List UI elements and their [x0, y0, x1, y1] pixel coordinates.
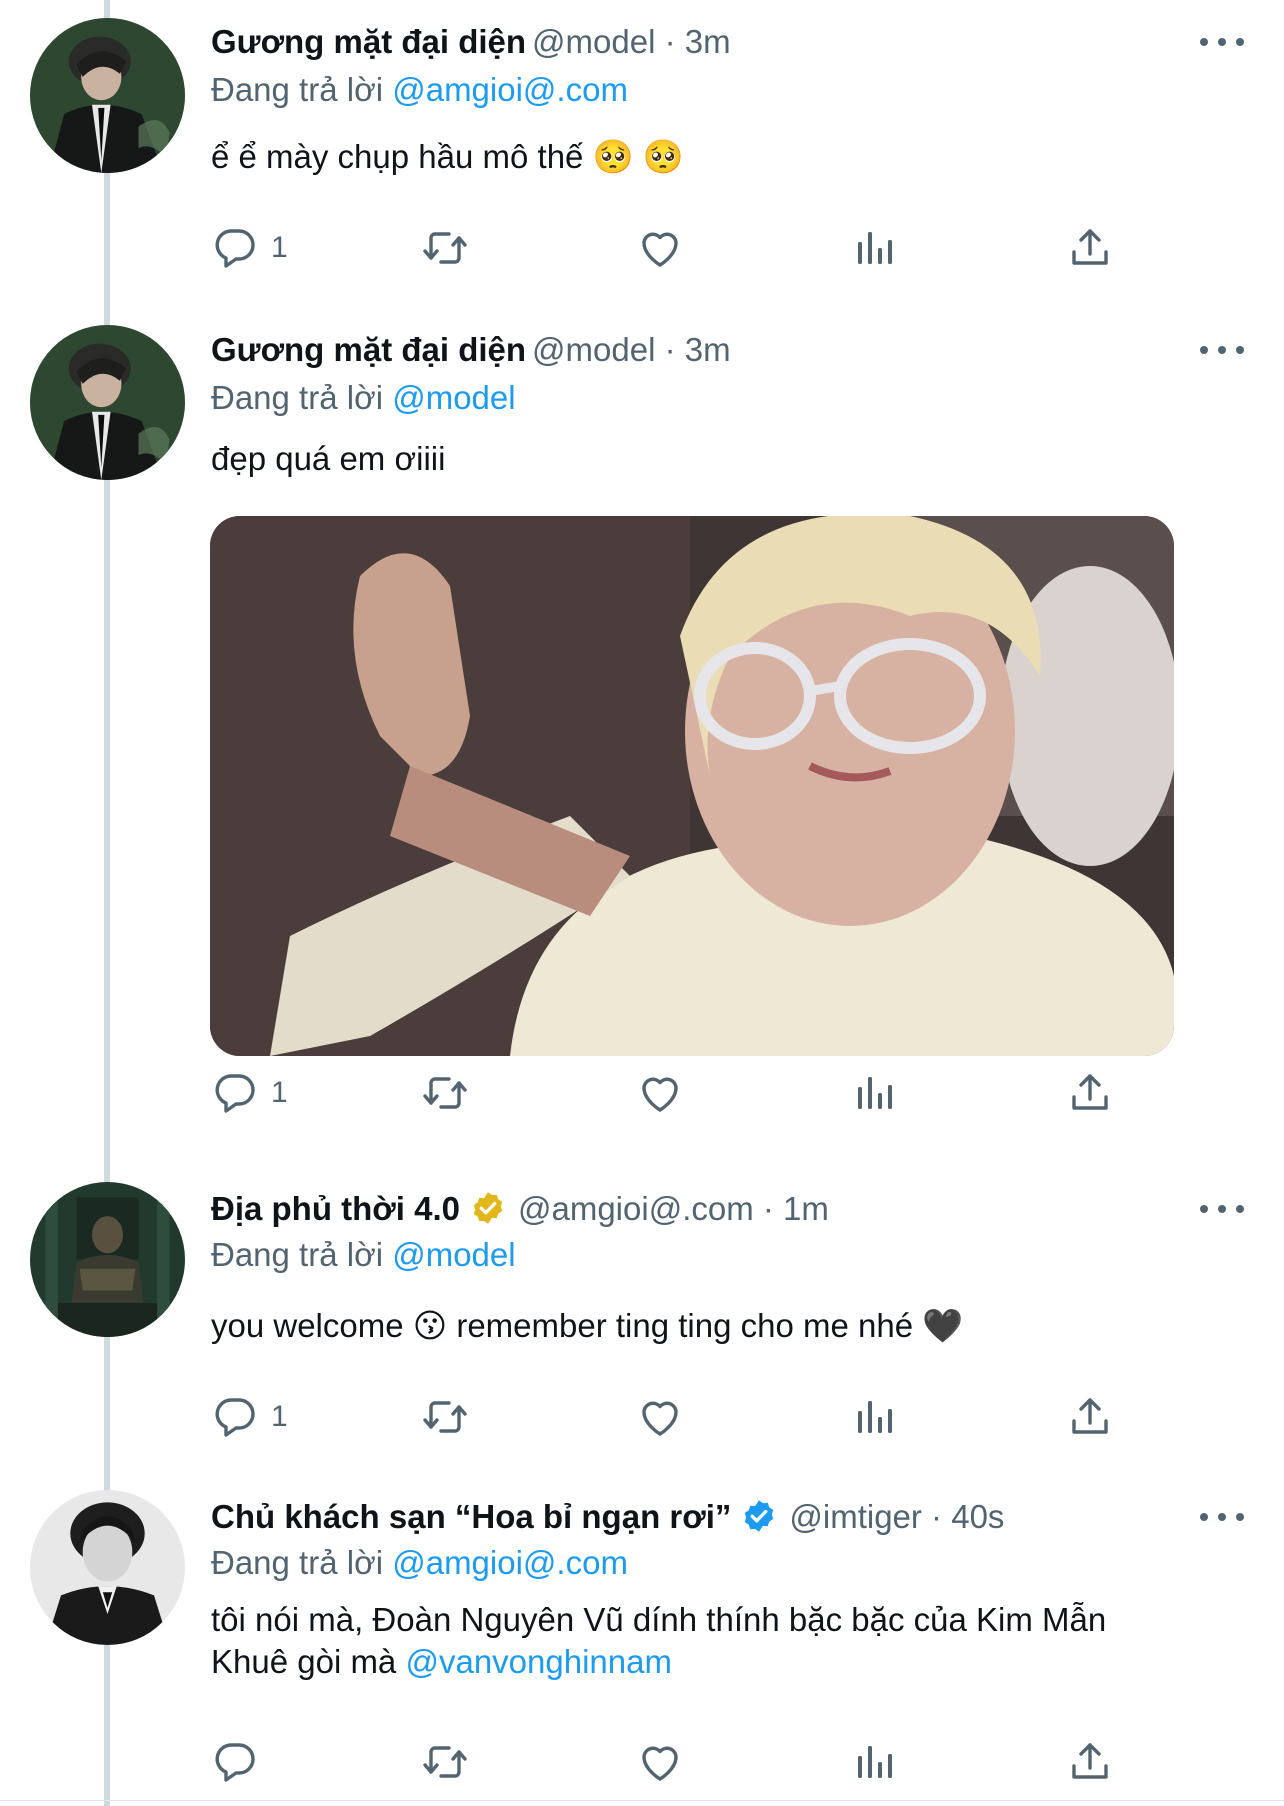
views-button[interactable] — [851, 1387, 899, 1447]
tweet-text: tôi nói mà, Đoàn Nguyên Vũ dính thính bặ… — [211, 1599, 1211, 1683]
reply-button[interactable] — [211, 1732, 271, 1792]
reply-context: Đang trả lời @amgioi@.com — [211, 68, 628, 112]
reply-context: Đang trả lời @model — [211, 376, 516, 420]
tweet[interactable]: Địa phủ thời 4.0 @amgioi@.com · 1m Đang t… — [0, 1155, 1284, 1455]
tweet-text: đẹp quá em ơiiii — [211, 440, 446, 477]
display-name[interactable]: Gương mặt đại diện — [211, 331, 526, 368]
views-icon — [851, 224, 899, 272]
reply-button[interactable]: 1 — [211, 1387, 288, 1447]
handle-time[interactable]: @amgioi@.com · 1m — [518, 1190, 829, 1227]
handle-time[interactable]: @model · 3m — [532, 23, 731, 60]
tweet-text-line: Khuê gòi mà — [211, 1643, 397, 1680]
reply-count: 1 — [271, 231, 288, 264]
verified-gold-badge-icon — [470, 1190, 506, 1226]
tweet[interactable]: Gương mặt đại diện @model · 3m Đang trả l… — [0, 0, 1284, 300]
views-button[interactable] — [851, 1732, 899, 1792]
reply-count: 1 — [271, 1400, 288, 1433]
retweet-icon — [421, 1069, 469, 1117]
retweet-button[interactable] — [421, 1732, 469, 1792]
views-button[interactable] — [851, 218, 899, 278]
views-icon — [851, 1393, 899, 1441]
views-icon — [851, 1738, 899, 1786]
views-button[interactable] — [851, 1063, 899, 1123]
tweet-text: ể ể mày chụp hầu mô thế 🥺 🥺 — [211, 138, 684, 175]
more-icon[interactable] — [1200, 32, 1246, 52]
divider — [0, 1800, 1284, 1801]
reply-icon — [211, 1069, 259, 1117]
retweet-icon — [421, 1393, 469, 1441]
reply-icon — [211, 1393, 259, 1441]
tweet-actions: 1 — [211, 1387, 1141, 1447]
share-button[interactable] — [1066, 1387, 1114, 1447]
tweet-actions: 1 — [211, 218, 1141, 278]
more-icon[interactable] — [1200, 340, 1246, 360]
tweet-header: Địa phủ thời 4.0 @amgioi@.com · 1m — [211, 1187, 829, 1231]
like-icon — [636, 1393, 684, 1441]
verified-blue-badge-icon — [741, 1498, 777, 1534]
share-button[interactable] — [1066, 1732, 1114, 1792]
share-icon — [1066, 224, 1114, 272]
retweet-button[interactable] — [421, 1387, 469, 1447]
reply-mention-link[interactable]: @amgioi@.com — [392, 1544, 628, 1581]
like-button[interactable] — [636, 1063, 684, 1123]
tweet-header: Chủ khách sạn “Hoa bỉ ngạn rơi” @imtiger … — [211, 1495, 1004, 1539]
like-button[interactable] — [636, 218, 684, 278]
retweet-button[interactable] — [421, 218, 469, 278]
tweet-actions — [211, 1732, 1141, 1792]
more-icon[interactable] — [1200, 1199, 1246, 1219]
reply-count: 1 — [271, 1076, 288, 1109]
views-icon — [851, 1069, 899, 1117]
reply-icon — [211, 224, 259, 272]
tweet-header: Gương mặt đại diện @model · 3m — [211, 328, 731, 372]
handle-time[interactable]: @imtiger · 40s — [789, 1498, 1004, 1535]
like-button[interactable] — [636, 1732, 684, 1792]
avatar[interactable] — [30, 1182, 185, 1337]
like-icon — [636, 1069, 684, 1117]
more-icon[interactable] — [1200, 1507, 1246, 1527]
reply-mention-link[interactable]: @amgioi@.com — [392, 71, 628, 108]
share-icon — [1066, 1738, 1114, 1786]
tweet-header: Gương mặt đại diện @model · 3m — [211, 20, 731, 64]
text-mention-link[interactable]: @vanvonghinnam — [405, 1643, 672, 1680]
share-icon — [1066, 1393, 1114, 1441]
handle-time[interactable]: @model · 3m — [532, 331, 731, 368]
reply-prefix: Đang trả lời — [211, 1236, 384, 1273]
avatar[interactable] — [30, 1490, 185, 1645]
reply-button[interactable]: 1 — [211, 218, 288, 278]
tweet-text-line: tôi nói mà, Đoàn Nguyên Vũ dính thính bặ… — [211, 1601, 1107, 1638]
display-name[interactable]: Địa phủ thời 4.0 — [211, 1190, 460, 1227]
tweet-media-photo[interactable] — [210, 516, 1174, 1056]
reply-context: Đang trả lời @amgioi@.com — [211, 1541, 628, 1585]
reply-mention-link[interactable]: @model — [392, 379, 515, 416]
like-icon — [636, 224, 684, 272]
tweet[interactable]: Gương mặt đại diện @model · 3m Đang trả l… — [0, 300, 1284, 1155]
tweet-actions: 1 — [211, 1063, 1141, 1123]
reply-prefix: Đang trả lời — [211, 1544, 384, 1581]
display-name[interactable]: Gương mặt đại diện — [211, 23, 526, 60]
share-button[interactable] — [1066, 218, 1114, 278]
tweet[interactable]: Chủ khách sạn “Hoa bỉ ngạn rơi” @imtiger … — [0, 1455, 1284, 1800]
share-button[interactable] — [1066, 1063, 1114, 1123]
reply-prefix: Đang trả lời — [211, 379, 384, 416]
reply-button[interactable]: 1 — [211, 1063, 288, 1123]
avatar[interactable] — [30, 325, 185, 480]
avatar[interactable] — [30, 18, 185, 173]
display-name[interactable]: Chủ khách sạn “Hoa bỉ ngạn rơi” — [211, 1498, 731, 1535]
retweet-button[interactable] — [421, 1063, 469, 1123]
retweet-icon — [421, 1738, 469, 1786]
reply-icon — [211, 1738, 259, 1786]
tweet-text: you welcome 😗 remember ting ting cho me … — [211, 1307, 964, 1344]
reply-context: Đang trả lời @model — [211, 1233, 516, 1277]
share-icon — [1066, 1069, 1114, 1117]
like-button[interactable] — [636, 1387, 684, 1447]
reply-mention-link[interactable]: @model — [392, 1236, 515, 1273]
like-icon — [636, 1738, 684, 1786]
reply-prefix: Đang trả lời — [211, 71, 384, 108]
retweet-icon — [421, 224, 469, 272]
